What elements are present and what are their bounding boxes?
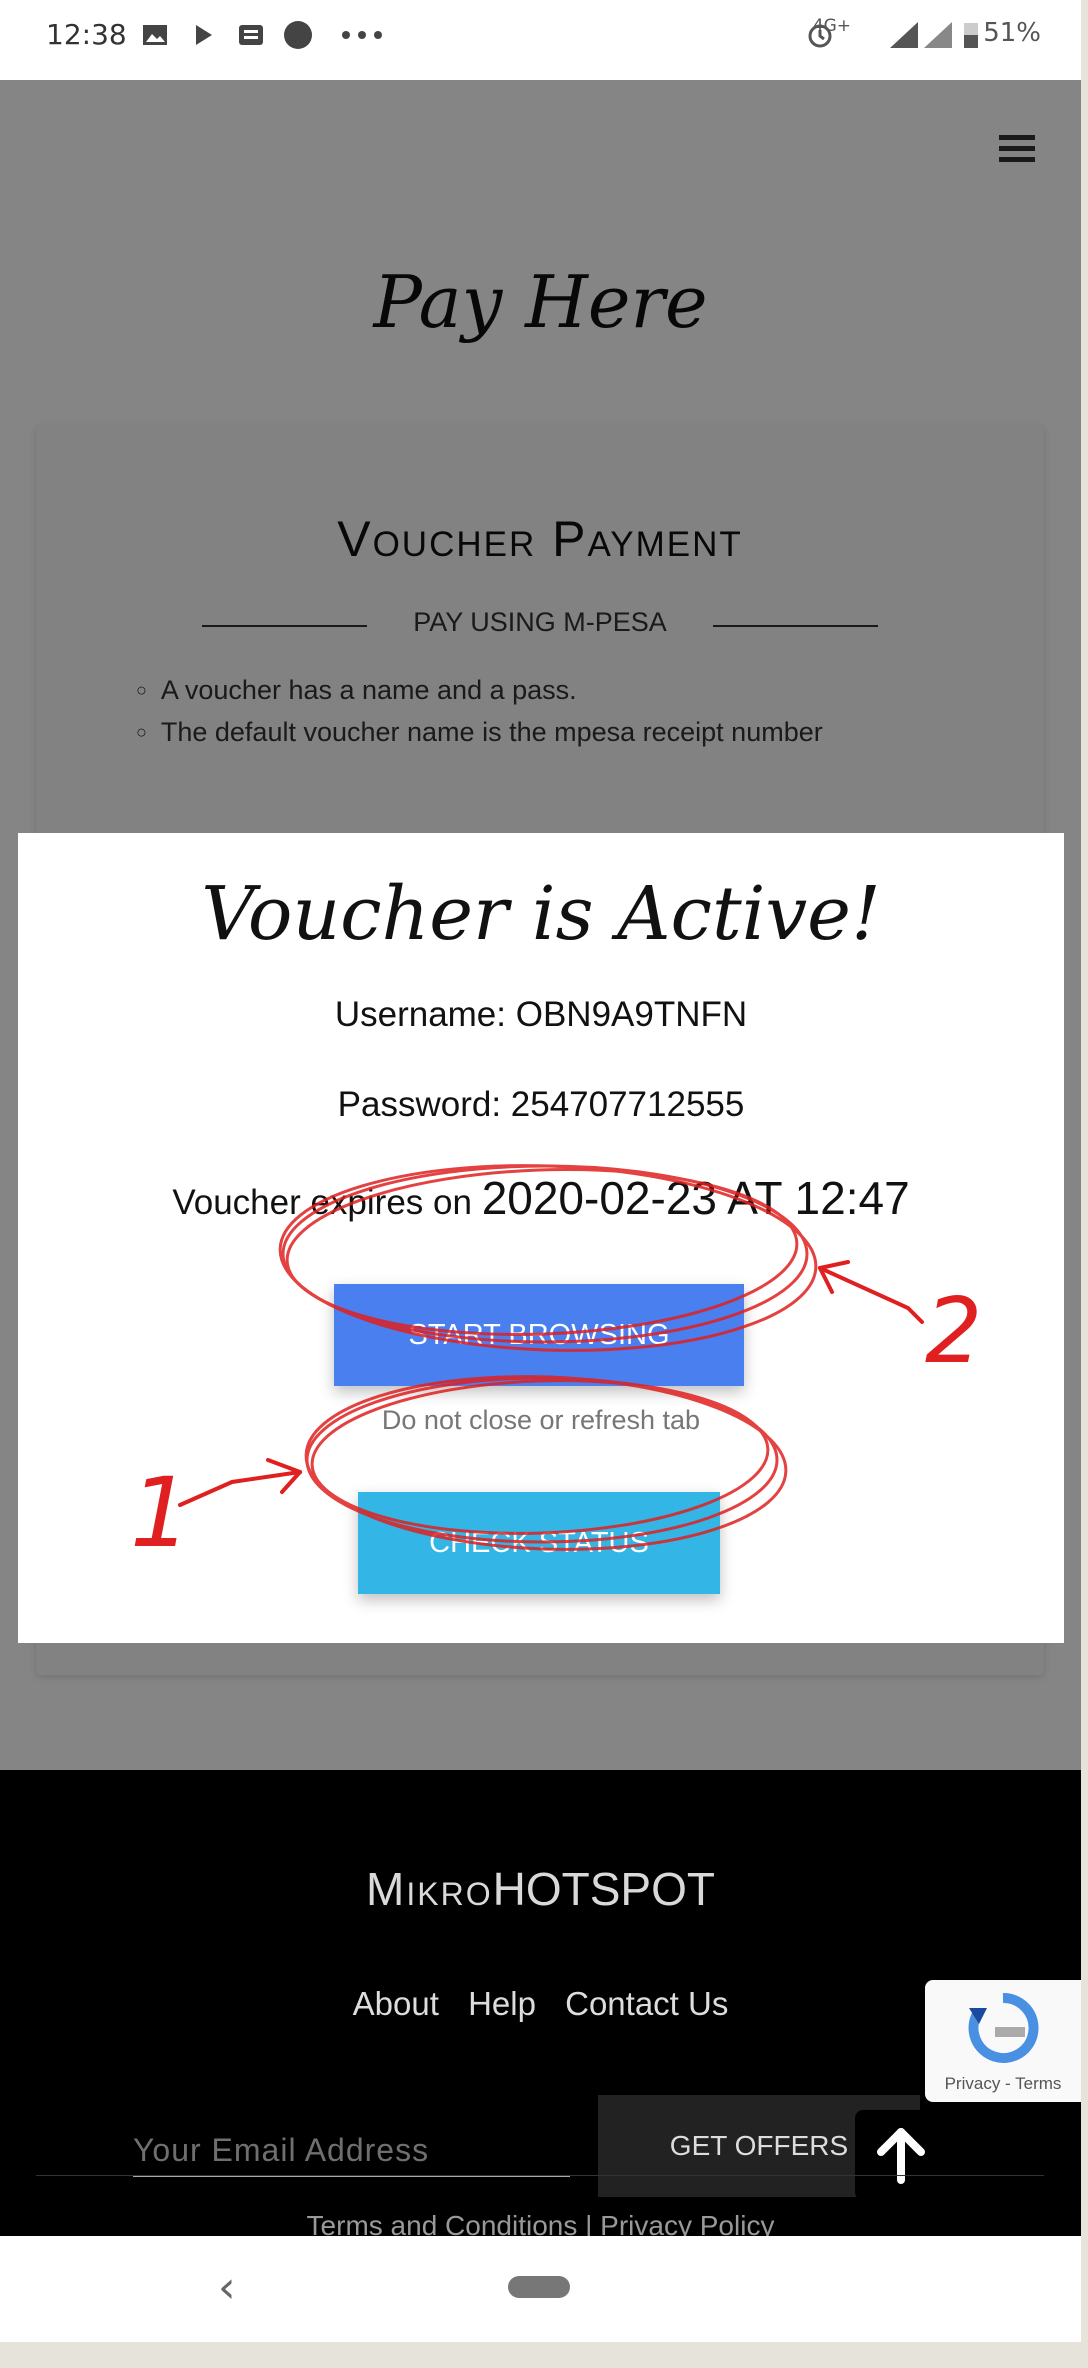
- battery-icon: [964, 23, 978, 48]
- site-logo: MikroHOTSPOT: [0, 1862, 1081, 1916]
- circle-icon: [284, 21, 312, 49]
- status-time: 12:38: [46, 18, 127, 51]
- footer-link-help[interactable]: Help: [468, 1985, 536, 2022]
- expiry-date: 2020-02-23 AT 12:47: [481, 1172, 910, 1224]
- terms-links[interactable]: Terms and Conditions | Privacy Policy: [0, 2210, 1081, 2236]
- voucher-active-modal: Voucher is Active! Username: OBN9A9TNFN …: [18, 833, 1064, 1643]
- logo-part-2: HOTSPOT: [492, 1863, 715, 1915]
- web-page: Pay Here Voucher Payment PAY USING M-PES…: [0, 80, 1081, 2236]
- signal-icon: [890, 22, 952, 48]
- recaptcha-badge[interactable]: Privacy - Terms: [925, 1980, 1081, 2102]
- back-icon[interactable]: ‹: [218, 2262, 236, 2313]
- scroll-top-button[interactable]: [855, 2110, 947, 2200]
- footer-links: About Help Contact Us: [0, 1985, 1081, 2023]
- email-input[interactable]: [133, 2125, 570, 2177]
- recaptcha-icon: [968, 1992, 1039, 2063]
- username-text: Username: OBN9A9TNFN: [334, 995, 748, 1034]
- system-nav-bar: ‹: [0, 2236, 1081, 2342]
- arrow-up-icon: [877, 2128, 925, 2184]
- more-icon: [342, 31, 382, 39]
- expiry-label: Voucher expires on: [172, 1183, 472, 1222]
- logo-part-1: Mikro: [366, 1863, 493, 1915]
- check-status-button[interactable]: CHECK STATUS: [358, 1492, 720, 1594]
- expiry-text: Voucher expires on 2020-02-23 AT 12:47: [18, 1171, 1064, 1225]
- start-browsing-button[interactable]: START BROWSING: [334, 1284, 744, 1386]
- image-icon: [143, 25, 167, 45]
- tab-warning-note: Do not close or refresh tab: [381, 1405, 701, 1435]
- password-text: Password: 254707712555: [337, 1085, 745, 1124]
- news-icon: [239, 25, 263, 45]
- modal-title: Voucher is Active!: [201, 871, 881, 957]
- phone-screen: 12:38 4G+ 51% Pay Here Voucher Payment P…: [0, 0, 1081, 2342]
- site-footer: MikroHOTSPOT About Help Contact Us GET O…: [0, 1770, 1081, 2236]
- footer-divider: [36, 2175, 1044, 2176]
- recaptcha-text: Privacy - Terms: [944, 2074, 1062, 2093]
- play-icon: [196, 25, 212, 45]
- home-pill[interactable]: [508, 2276, 570, 2298]
- battery-percent: 51%: [983, 18, 1041, 48]
- network-type: 4G+: [812, 16, 851, 36]
- status-bar: 12:38 4G+ 51%: [0, 0, 1081, 80]
- footer-link-about[interactable]: About: [353, 1985, 439, 2022]
- footer-link-contact[interactable]: Contact Us: [565, 1985, 728, 2022]
